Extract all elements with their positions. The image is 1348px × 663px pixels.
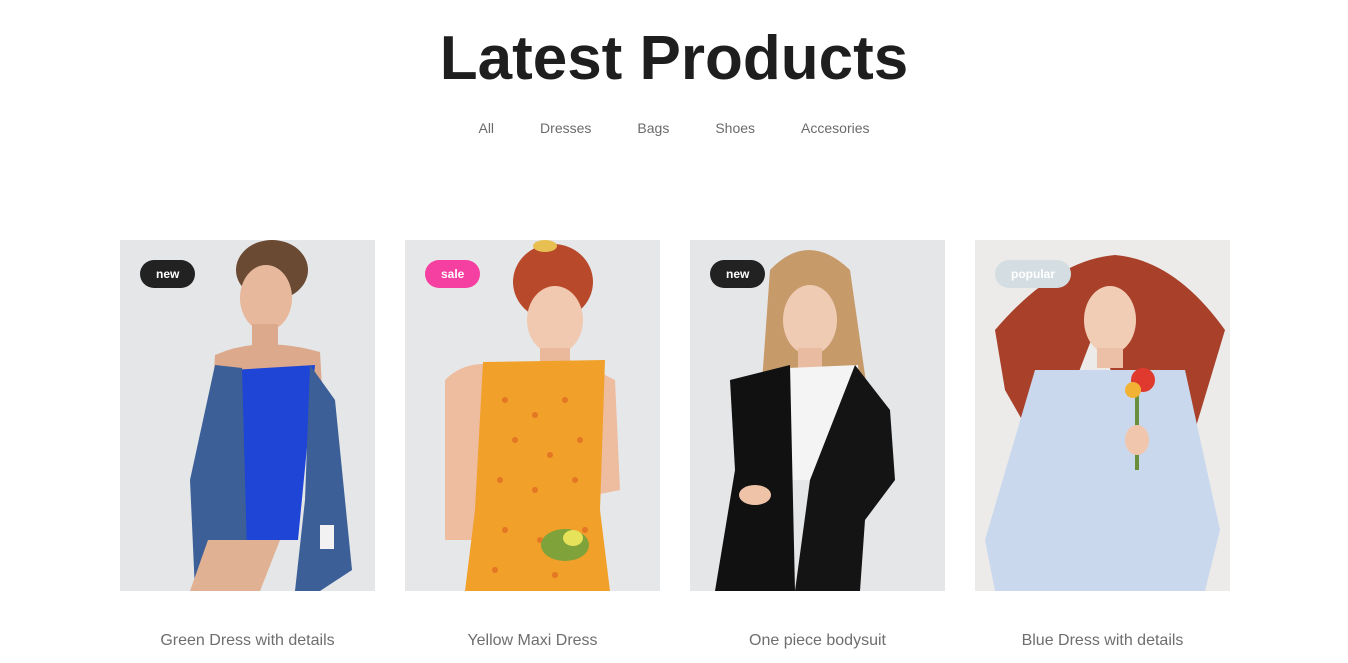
badge-popular: popular: [995, 260, 1071, 288]
product-name[interactable]: Yellow Maxi Dress: [405, 631, 660, 651]
product-card[interactable]: new One piece bodysuit: [690, 240, 945, 651]
product-card[interactable]: new Green Dress with details: [120, 240, 375, 651]
product-photo: [120, 240, 375, 591]
filter-dresses[interactable]: Dresses: [540, 119, 591, 137]
product-card[interactable]: sale Yellow Maxi Dress: [405, 240, 660, 651]
badge-new: new: [140, 260, 196, 288]
filter-accesories[interactable]: Accesories: [801, 119, 869, 137]
latest-products-section: Latest Products All Dresses Bags Shoes A…: [0, 0, 1348, 663]
filter-all[interactable]: All: [478, 119, 494, 137]
product-image[interactable]: popular: [975, 240, 1230, 591]
badge-sale: sale: [425, 260, 481, 288]
product-image[interactable]: new: [690, 240, 945, 591]
product-grid: new Green Dress with details sale Yellow…: [120, 240, 1230, 651]
product-image[interactable]: sale: [405, 240, 660, 591]
product-photo: [405, 240, 660, 591]
category-filter-nav: All Dresses Bags Shoes Accesories: [0, 119, 1348, 137]
filter-bags[interactable]: Bags: [637, 119, 669, 137]
product-photo: [975, 240, 1230, 591]
section-title: Latest Products: [439, 24, 909, 93]
badge-new: new: [710, 260, 766, 288]
product-name[interactable]: One piece bodysuit: [690, 631, 945, 651]
product-card[interactable]: popular Blue Dress with details: [975, 240, 1230, 651]
filter-shoes[interactable]: Shoes: [715, 119, 755, 137]
product-image[interactable]: new: [120, 240, 375, 591]
product-name[interactable]: Green Dress with details: [120, 631, 375, 651]
product-photo: [690, 240, 945, 591]
product-name[interactable]: Blue Dress with details: [975, 631, 1230, 651]
